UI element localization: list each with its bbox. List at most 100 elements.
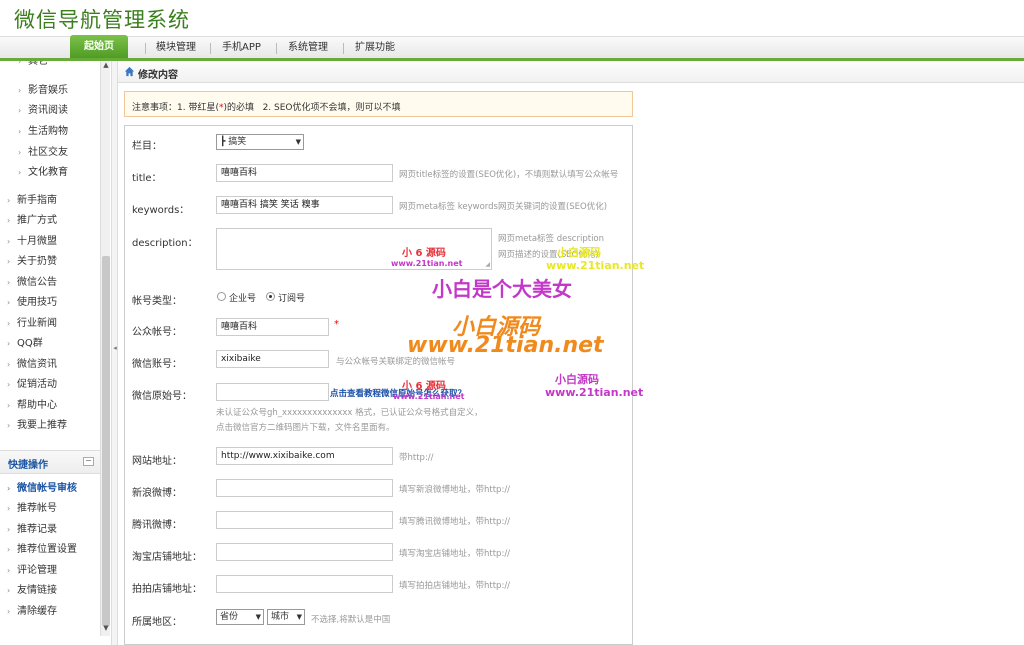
notice-text: 注意事项：1. 带红星(*)的必填 2. SEO优化项不会填，则可以不填 [132, 100, 401, 113]
sidebar-item-label: 清除缓存 [17, 606, 57, 617]
sidebar-item-about[interactable]: › 关于扔赞 [7, 253, 57, 271]
sidebar-scrollbar[interactable]: ▲ ▼ [100, 61, 110, 636]
tab-system[interactable]: 系统管理 [288, 37, 328, 59]
sidebar-item-help[interactable]: › 帮助中心 [7, 397, 57, 415]
sidebar-item-other[interactable]: › 其它 [18, 61, 48, 71]
resize-handle-icon[interactable]: ◢ [485, 261, 490, 268]
sidebar-item-label: 新手指南 [17, 195, 57, 206]
sidebar-item-sales[interactable]: › 促销活动 [7, 376, 57, 394]
sidebar-item-entertainment[interactable]: › 影音娱乐 [18, 82, 68, 100]
breadcrumb: 修改内容 [118, 61, 1024, 83]
website-input[interactable]: http://www.xixibaike.com [216, 447, 393, 465]
sidebar-item-comments[interactable]: › 评论管理 [7, 562, 57, 580]
sidebar-item-social[interactable]: › 社区交友 [18, 144, 68, 162]
dropdown-arrow-icon: ▼ [296, 613, 302, 621]
sidebar-item-promotion[interactable]: › 推广方式 [7, 212, 57, 230]
sidebar-item-wechat-news[interactable]: › 微信资讯 [7, 356, 57, 374]
city-value: 城市 [271, 612, 290, 622]
city-select[interactable]: 城市 ▼ [267, 609, 305, 625]
tab-divider [210, 43, 211, 54]
description-textarea[interactable]: ◢ [216, 228, 492, 270]
keywords-input[interactable]: 嘻嘻百科 搞笑 笑话 糗事 [216, 196, 393, 214]
bullet-icon: › [7, 566, 11, 575]
breadcrumb-label: 修改内容 [138, 70, 178, 81]
sidebar-item-qq-group[interactable]: › QQ群 [7, 335, 43, 353]
radio-subscription[interactable] [266, 292, 275, 301]
notice-suffix: )的必填 [223, 103, 254, 113]
sidebar-item-friend-links[interactable]: › 友情链接 [7, 582, 57, 600]
public-account-input[interactable]: 嘻嘻百科 [216, 318, 329, 336]
scroll-up-icon[interactable]: ▲ [101, 61, 111, 73]
taobao-hint: 填写淘宝店铺地址，带http:// [399, 549, 511, 559]
sidebar-item-education[interactable]: › 文化教育 [18, 164, 68, 182]
bullet-icon: › [7, 401, 11, 410]
taobao-input[interactable] [216, 543, 393, 561]
wechat-id-input[interactable]: xixibaike [216, 350, 329, 368]
sidebar-item-recommend-slots[interactable]: › 推荐位置设置 [7, 541, 77, 559]
title-input[interactable]: 嘻嘻百科 [216, 164, 393, 182]
category-select[interactable]: ┣ 搞笑 ▼ [216, 134, 304, 150]
top-nav: 起始页 模块管理 手机APP 系统管理 扩展功能 [0, 35, 1024, 59]
bullet-icon: › [7, 504, 11, 513]
tencent-weibo-input[interactable] [216, 511, 393, 529]
main-content: 修改内容 注意事项：1. 带红星(*)的必填 2. SEO优化项不会填，则可以不… [118, 61, 1024, 645]
sidebar-item-guide[interactable]: › 新手指南 [7, 192, 57, 210]
sina-weibo-input[interactable] [216, 479, 393, 497]
dropdown-arrow-icon: ▼ [295, 138, 301, 146]
keywords-hint: 网页meta标签 keywords网页关键词的设置(SEO优化) [399, 202, 608, 212]
sidebar-item-label: 微信公告 [17, 277, 57, 288]
app-title: 微信导航管理系统 [14, 8, 190, 32]
notice-box: 注意事项：1. 带红星(*)的必填 2. SEO优化项不会填，则可以不填 [124, 91, 633, 117]
sidebar-item-news[interactable]: › 行业新闻 [7, 315, 57, 333]
bullet-icon: › [7, 586, 11, 595]
notice-item2: 2. SEO优化项不会填，则可以不填 [262, 103, 401, 113]
tab-divider [343, 43, 344, 54]
sidebar-item-recommend[interactable]: › 我要上推荐 [7, 417, 67, 435]
sidebar-item-announcement[interactable]: › 微信公告 [7, 274, 57, 292]
original-id-label: 微信原始号： [132, 391, 192, 402]
tab-divider [145, 43, 146, 54]
original-id-input[interactable] [216, 383, 329, 401]
edit-form: 栏目： ┣ 搞笑 ▼ title： 嘻嘻百科 网页title标签的设置(SEO优… [124, 125, 633, 645]
sidebar: › 其它 › 影音娱乐 › 资讯阅读 › 生活购物 › 社区交友 › 文化教育 › 新手指南 … [0, 61, 111, 645]
category-value: ┣ 搞笑 [220, 137, 247, 147]
sidebar-item-reading[interactable]: › 资讯阅读 [18, 102, 68, 120]
radio-enterprise[interactable] [217, 292, 226, 301]
description-hint-2: 网页描述的设置(SEO优化) [498, 250, 599, 260]
sidebar-item-label: 推荐位置设置 [17, 544, 77, 555]
sidebar-item-clear-cache[interactable]: › 清除缓存 [7, 603, 57, 621]
tab-mobile-app[interactable]: 手机APP [222, 37, 261, 59]
sidebar-item-label: 友情链接 [17, 585, 57, 596]
description-label: description： [132, 238, 198, 249]
tab-extensions[interactable]: 扩展功能 [355, 37, 395, 59]
bullet-icon: › [7, 484, 11, 493]
tab-home[interactable]: 起始页 [70, 35, 128, 59]
sidebar-item-label: 评论管理 [17, 565, 57, 576]
sidebar-item-tips[interactable]: › 使用技巧 [7, 294, 57, 312]
province-select[interactable]: 省份 ▼ [216, 609, 264, 625]
original-id-help-link[interactable]: 点击查看教程微信原始号怎么获取？ [330, 387, 466, 399]
sidebar-item-weimeng[interactable]: › 十月微盟 [7, 233, 57, 251]
category-label: 栏目： [132, 141, 162, 152]
collapse-icon[interactable]: − [83, 457, 94, 466]
sidebar-item-label: 推广方式 [17, 215, 57, 226]
original-id-hint-2: 点击微信官方二维码图片下载，文件名里面有。 [216, 423, 395, 433]
paipai-input[interactable] [216, 575, 393, 593]
sidebar-item-recommended-accounts[interactable]: › 推荐帐号 [7, 500, 57, 518]
required-star: * [334, 319, 339, 330]
sidebar-item-label: 推荐记录 [17, 524, 57, 535]
sidebar-item-recommend-log[interactable]: › 推荐记录 [7, 521, 57, 539]
sidebar-item-label: 我要上推荐 [17, 420, 67, 431]
scroll-thumb[interactable] [102, 256, 110, 626]
panel-splitter[interactable]: ◂ [111, 61, 118, 645]
sidebar-item-label: 推荐帐号 [17, 503, 57, 514]
bullet-icon: › [7, 237, 11, 246]
tab-modules[interactable]: 模块管理 [156, 37, 196, 59]
sidebar-item-shopping[interactable]: › 生活购物 [18, 123, 68, 141]
bullet-icon: › [7, 339, 11, 348]
radio-enterprise-label: 企业号 [229, 294, 257, 304]
sidebar-item-account-review[interactable]: › 微信帐号审核 [7, 480, 77, 498]
region-hint: 不选择,将默认是中国 [311, 615, 391, 625]
scroll-down-icon[interactable]: ▼ [101, 624, 111, 636]
sidebar-item-label: 生活购物 [28, 126, 68, 137]
